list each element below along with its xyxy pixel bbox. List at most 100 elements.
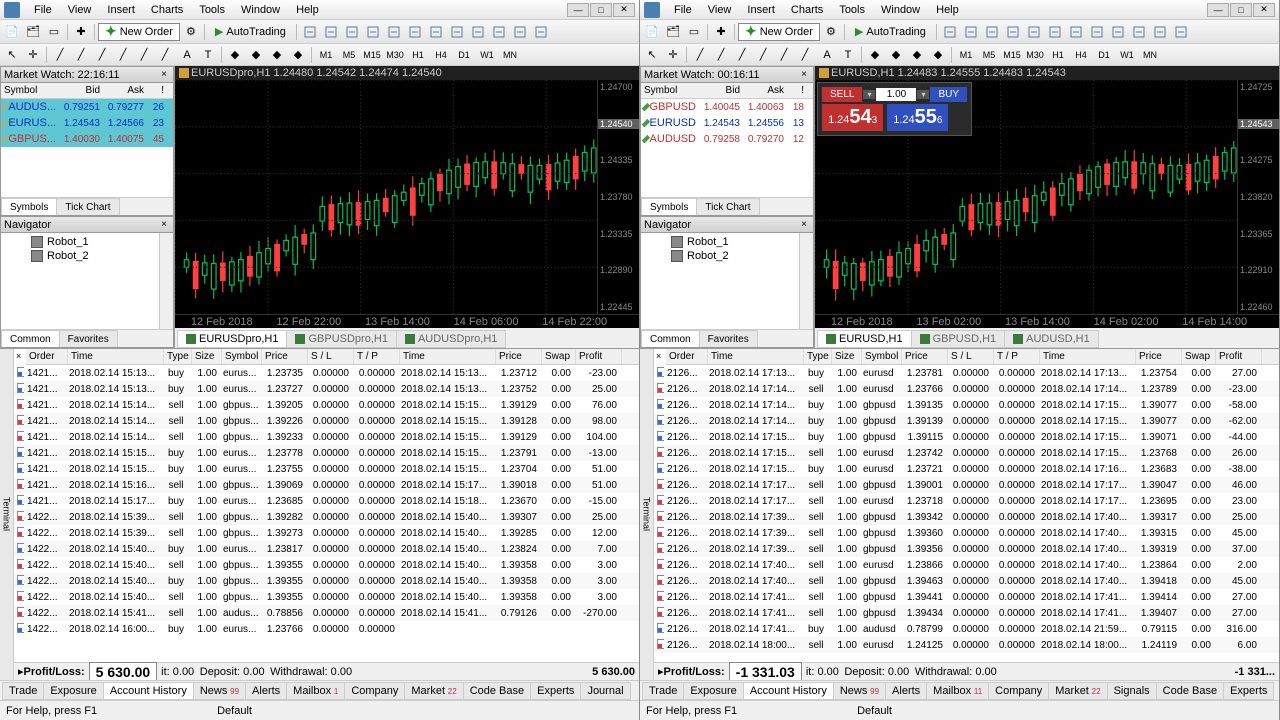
shape-tool-2[interactable]: ◆	[267, 46, 287, 64]
draw-tool-3[interactable]: ╱	[113, 46, 133, 64]
term-col-2[interactable]: Type	[804, 349, 832, 364]
term-col-10[interactable]: Swap	[1182, 349, 1216, 364]
terminal-row[interactable]: 2126...2018.02.14 17:14...buy1.00gbpusd1…	[654, 397, 1279, 413]
timeframe-M1[interactable]: M1	[955, 47, 977, 63]
market-watch-row[interactable]: EURUSD1.245431.2455613	[641, 115, 813, 131]
toolbar-icon-3[interactable]	[1003, 23, 1023, 41]
terminal-tab-trade[interactable]: Trade	[642, 682, 684, 700]
shape-tool-0[interactable]: ◆	[225, 46, 245, 64]
terminal-tab-alerts[interactable]: Alerts	[885, 682, 927, 700]
menu-file[interactable]: File	[666, 0, 700, 19]
window-close[interactable]: ✕	[1253, 3, 1275, 17]
chart-canvas[interactable]: SELL▾1.00▾BUY1.245431.245561.247251.2454…	[815, 80, 1279, 314]
toolbar-icon-11[interactable]	[1171, 23, 1191, 41]
terminal-row[interactable]: 2126...2018.02.14 17:15...sell1.00eurusd…	[654, 445, 1279, 461]
terminal-row[interactable]: 1422...2018.02.14 15:40...sell1.00gbpus.…	[14, 557, 639, 573]
timeframe-M5[interactable]: M5	[338, 47, 360, 63]
terminal-tab-experts[interactable]: Experts	[530, 682, 581, 700]
tool-new-icon[interactable]: 📄	[642, 23, 662, 41]
market-watch-row[interactable]: EURUS...1.245431.2456623	[1, 115, 173, 131]
terminal-row[interactable]: 1421...2018.02.14 15:15...buy1.00eurus..…	[14, 445, 639, 461]
terminal-row[interactable]: 2126...2018.02.14 17:13...buy1.00eurusd1…	[654, 365, 1279, 381]
term-col-7[interactable]: T / P	[354, 349, 400, 364]
toolbar-icon-10[interactable]	[510, 23, 530, 41]
window-maximize[interactable]: □	[1230, 3, 1252, 17]
toolbar-icon-0[interactable]	[940, 23, 960, 41]
autotrading-button[interactable]: ▶AutoTrading	[208, 23, 293, 41]
nav-tab-favorites[interactable]: Favorites	[699, 330, 758, 347]
terminal-tab-journal[interactable]: Journal	[580, 682, 630, 700]
col-ask[interactable]: Ask	[103, 85, 147, 96]
nav-tab-common[interactable]: Common	[1, 330, 60, 347]
window-minimize[interactable]: —	[1207, 3, 1229, 17]
chart-tab[interactable]: AUDUSD,H1	[1004, 330, 1099, 348]
draw-tool-1[interactable]: ╱	[71, 46, 91, 64]
terminal-row[interactable]: 1422...2018.02.14 15:40...buy1.00eurus..…	[14, 541, 639, 557]
timeframe-D1[interactable]: D1	[453, 47, 475, 63]
chart-tab[interactable]: EURUSDpro,H1	[177, 330, 287, 348]
term-col-1[interactable]: Time	[68, 349, 164, 364]
terminal-tab-account-history[interactable]: Account History	[103, 682, 194, 700]
terminal-close[interactable]: ×	[654, 349, 666, 365]
terminal-row[interactable]: 1422...2018.02.14 16:00...buy1.00eurus..…	[14, 621, 639, 637]
toolbar-icon-1[interactable]	[321, 23, 341, 41]
timeframe-M5[interactable]: M5	[978, 47, 1000, 63]
timeframe-MN[interactable]: MN	[1139, 47, 1161, 63]
shape-tool-0[interactable]: ◆	[865, 46, 885, 64]
terminal-row[interactable]: 1421...2018.02.14 15:13...buy1.00eurus..…	[14, 381, 639, 397]
shape-tool-2[interactable]: ◆	[907, 46, 927, 64]
terminal-row[interactable]: 2126...2018.02.14 17:14...sell1.00eurusd…	[654, 381, 1279, 397]
term-col-11[interactable]: Profit	[1216, 349, 1262, 364]
menu-file[interactable]: File	[26, 0, 60, 19]
draw-tool-1[interactable]: ╱	[711, 46, 731, 64]
menu-help[interactable]: Help	[288, 0, 327, 19]
terminal-row[interactable]: 2126...2018.02.14 17:41...buy1.00audusd0…	[654, 621, 1279, 637]
menu-charts[interactable]: Charts	[783, 0, 831, 19]
term-col-6[interactable]: S / L	[308, 349, 354, 364]
shape-tool-3[interactable]: ◆	[288, 46, 308, 64]
term-col-8[interactable]: Time	[1040, 349, 1136, 364]
new-order-button[interactable]: ✦New Order	[98, 23, 180, 41]
autotrading-button[interactable]: ▶AutoTrading	[848, 23, 933, 41]
nav-tab-common[interactable]: Common	[641, 330, 700, 347]
draw-tool-0[interactable]: ╱	[690, 46, 710, 64]
vol-dropdown[interactable]: ▾	[917, 90, 929, 99]
tool-cross-icon[interactable]: ✚	[711, 23, 731, 41]
terminal-row[interactable]: 2126...2018.02.14 17:17...sell1.00eurusd…	[654, 493, 1279, 509]
terminal-tab-mailbox[interactable]: Mailbox 1	[286, 682, 345, 700]
col-spread[interactable]: !	[787, 85, 807, 96]
menu-view[interactable]: View	[700, 0, 740, 19]
terminal-row[interactable]: 2126...2018.02.14 17:41...sell1.00gbpusd…	[654, 605, 1279, 621]
terminal-row[interactable]: 2126...2018.02.14 17:39...sell1.00gbpusd…	[654, 525, 1279, 541]
col-symbol[interactable]: Symbol	[641, 85, 699, 96]
terminal-row[interactable]: 1422...2018.02.14 15:39...sell1.00gbpus.…	[14, 509, 639, 525]
menu-insert[interactable]: Insert	[739, 0, 783, 19]
toolbar-icon-9[interactable]	[1129, 23, 1149, 41]
terminal-row[interactable]: 1422...2018.02.14 15:40...buy1.00gbpus..…	[14, 573, 639, 589]
term-col-1[interactable]: Time	[708, 349, 804, 364]
terminal-tab-exposure[interactable]: Exposure	[43, 682, 103, 700]
terminal-row[interactable]: 1421...2018.02.14 15:14...sell1.00gbpus.…	[14, 413, 639, 429]
terminal-row[interactable]: 1422...2018.02.14 15:41...sell1.00audus.…	[14, 605, 639, 621]
buy-button[interactable]: BUY	[930, 87, 967, 102]
new-order-button[interactable]: ✦New Order	[738, 23, 820, 41]
menu-tools[interactable]: Tools	[831, 0, 873, 19]
toolbar-icon-7[interactable]	[1087, 23, 1107, 41]
toolbar-icon-6[interactable]	[426, 23, 446, 41]
term-col-3[interactable]: Size	[832, 349, 862, 364]
col-spread[interactable]: !	[147, 85, 167, 96]
menu-tools[interactable]: Tools	[191, 0, 233, 19]
timeframe-M15[interactable]: M15	[361, 47, 383, 63]
terminal-row[interactable]: 2126...2018.02.14 17:17...sell1.00gbpusd…	[654, 477, 1279, 493]
scrollbar[interactable]	[159, 233, 173, 329]
terminal-row[interactable]: 1421...2018.02.14 15:13...buy1.00eurus..…	[14, 365, 639, 381]
tool-profile-icon[interactable]: ▭	[44, 23, 64, 41]
close-icon[interactable]: ×	[798, 219, 810, 230]
toolbar-icon-8[interactable]	[468, 23, 488, 41]
terminal-tab-news[interactable]: News 99	[193, 682, 246, 700]
cursor-icon[interactable]: ↖	[642, 46, 662, 64]
shape-tool-3[interactable]: ◆	[928, 46, 948, 64]
term-col-11[interactable]: Profit	[576, 349, 622, 364]
terminal-tab-market[interactable]: Market 22	[404, 682, 463, 700]
draw-tool-5[interactable]: ╱	[155, 46, 175, 64]
